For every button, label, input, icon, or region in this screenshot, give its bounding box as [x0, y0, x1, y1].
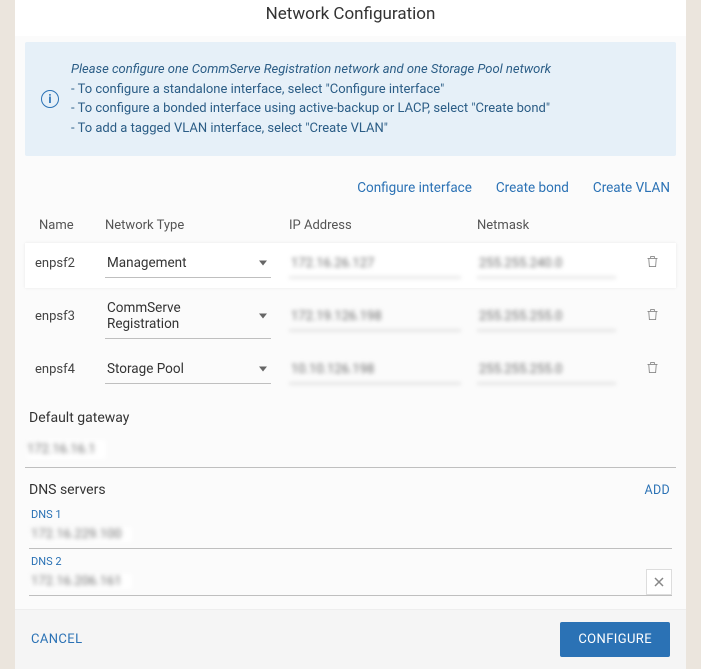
delete-row-button[interactable]: [645, 360, 660, 375]
ip-address-input[interactable]: [289, 250, 461, 278]
ip-address-input[interactable]: [289, 303, 461, 331]
trash-icon: [645, 307, 660, 322]
dns-input[interactable]: 172.16.206.161: [29, 568, 646, 595]
info-lead: Please configure one CommServe Registrat…: [71, 60, 551, 80]
dns-label: DNS 2: [29, 555, 672, 568]
table-row: enpsf3 CommServe Registration: [25, 288, 676, 349]
col-header-type: Network Type: [105, 218, 289, 233]
info-line-1: - To configure a standalone interface, s…: [71, 80, 551, 100]
iface-name: enpsf2: [29, 256, 105, 271]
netmask-input[interactable]: [477, 250, 616, 278]
dns-entry: DNS 2 172.16.206.161: [25, 549, 676, 596]
table-row: enpsf2 Management: [25, 243, 676, 288]
interfaces-table: Name Network Type IP Address Netmask enp…: [25, 210, 676, 394]
gateway-value: 172.16.16.1: [27, 440, 106, 459]
delete-row-button[interactable]: [645, 307, 660, 322]
clear-dns-button[interactable]: [646, 569, 672, 595]
network-type-select[interactable]: Storage Pool: [105, 355, 271, 384]
dns-title: DNS servers: [29, 482, 106, 498]
table-header: Name Network Type IP Address Netmask: [25, 210, 676, 243]
dialog-footer: CANCEL CONFIGURE: [15, 609, 686, 669]
dns-label: DNS 1: [29, 508, 672, 521]
network-config-dialog: Network Configuration i Please configure…: [15, 0, 686, 669]
dialog-title: Network Configuration: [15, 0, 686, 36]
col-header-mask: Netmask: [477, 218, 632, 233]
gateway-input[interactable]: 172.16.16.1: [25, 432, 676, 468]
network-type-select[interactable]: Management: [105, 249, 271, 278]
info-line-2: - To configure a bonded interface using …: [71, 99, 551, 119]
col-header-name: Name: [29, 218, 105, 233]
create-bond-link[interactable]: Create bond: [496, 180, 569, 196]
network-type-select[interactable]: CommServe Registration: [105, 294, 271, 339]
info-icon-wrap: i: [41, 60, 59, 138]
dns-value: 172.16.206.161: [31, 574, 132, 589]
configure-interface-link[interactable]: Configure interface: [357, 180, 472, 196]
netmask-input[interactable]: [477, 356, 616, 384]
info-text: Please configure one CommServe Registrat…: [71, 60, 551, 138]
dns-value: 172.16.229.100: [31, 527, 132, 542]
action-links: Configure interface Create bond Create V…: [25, 170, 676, 210]
delete-row-button[interactable]: [645, 254, 660, 269]
iface-name: enpsf3: [29, 309, 105, 324]
trash-icon: [645, 254, 660, 269]
dns-entry: DNS 1 172.16.229.100: [25, 502, 676, 549]
info-icon: i: [41, 90, 59, 108]
info-banner: i Please configure one CommServe Registr…: [25, 42, 676, 156]
dns-header: DNS servers ADD: [25, 468, 676, 502]
cancel-button[interactable]: CANCEL: [31, 632, 82, 647]
create-vlan-link[interactable]: Create VLAN: [593, 180, 670, 196]
add-dns-button[interactable]: ADD: [645, 483, 670, 498]
network-type-value: Storage Pool: [107, 361, 184, 377]
trash-icon: [645, 360, 660, 375]
close-icon: [653, 576, 665, 588]
netmask-input[interactable]: [477, 303, 616, 331]
ip-address-input[interactable]: [289, 356, 461, 384]
network-type-value: CommServe Registration: [107, 300, 181, 332]
configure-button[interactable]: CONFIGURE: [560, 622, 670, 657]
info-line-3: - To add a tagged VLAN interface, select…: [71, 119, 551, 139]
network-type-value: Management: [107, 255, 187, 271]
iface-name: enpsf4: [29, 362, 105, 377]
gateway-label: Default gateway: [25, 394, 676, 432]
dialog-content: i Please configure one CommServe Registr…: [15, 36, 686, 609]
dns-input[interactable]: 172.16.229.100: [29, 521, 672, 548]
col-header-ip: IP Address: [289, 218, 477, 233]
table-row: enpsf4 Storage Pool: [25, 349, 676, 394]
